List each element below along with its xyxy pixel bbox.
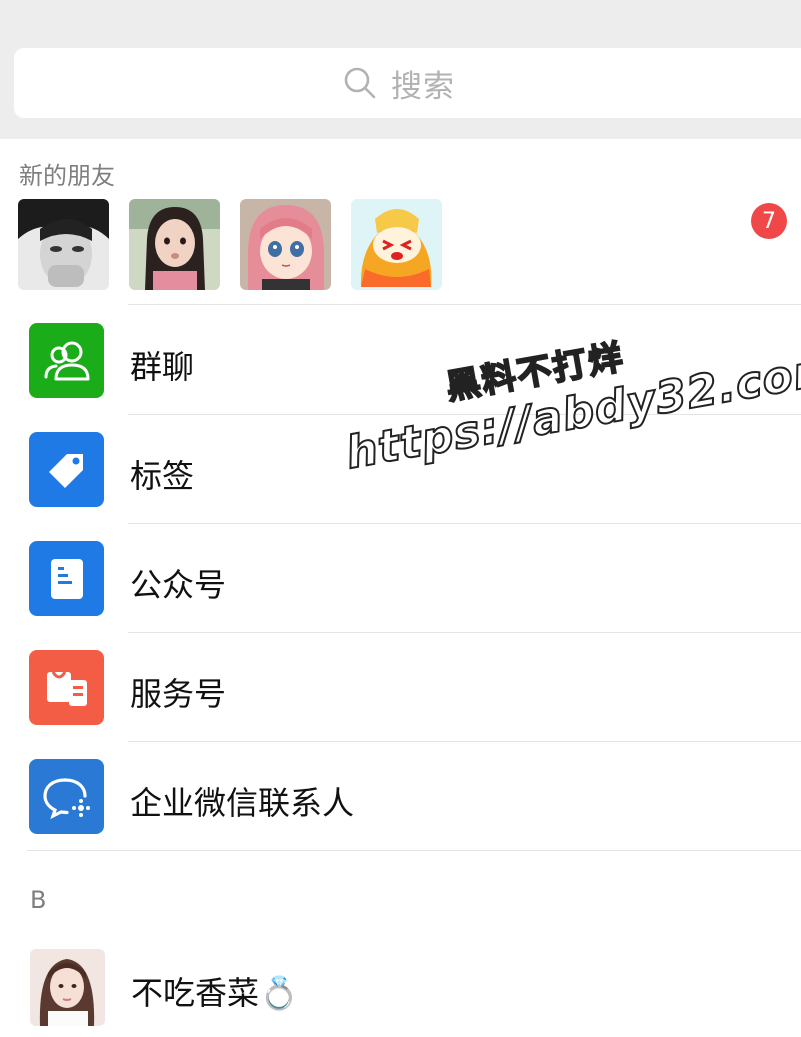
menu-label: 服务号 <box>130 675 227 713</box>
search-inner: 搜索 <box>343 61 455 106</box>
divider <box>128 304 801 305</box>
service-account-icon <box>29 650 104 725</box>
menu-label: 企业微信联系人 <box>130 784 355 822</box>
menu-item-service-accounts[interactable]: 服务号 <box>0 633 801 742</box>
menu-item-group-chat[interactable]: 群聊 <box>0 306 801 415</box>
new-friend-avatar[interactable] <box>351 199 442 290</box>
menu-item-official-accounts[interactable]: 公众号 <box>0 524 801 633</box>
menu-label: 群聊 <box>130 348 195 386</box>
search-placeholder: 搜索 <box>391 68 455 105</box>
section-index-letter: B <box>30 886 47 914</box>
search-icon <box>343 66 377 100</box>
contact-name[interactable]: 不吃香菜💍 <box>131 968 299 1014</box>
new-friends-label[interactable]: 新的朋友 <box>19 156 115 191</box>
group-chat-icon <box>29 323 104 398</box>
official-account-icon <box>29 541 104 616</box>
work-wechat-icon <box>29 759 104 834</box>
tag-icon <box>29 432 104 507</box>
search-bar[interactable]: 搜索 <box>14 48 801 118</box>
new-friend-avatar[interactable] <box>240 199 331 290</box>
new-friends-badge: 7 <box>751 203 787 239</box>
menu-item-tags[interactable]: 标签 <box>0 415 801 524</box>
new-friend-avatar[interactable] <box>18 199 109 290</box>
menu-item-work-wechat-contacts[interactable]: 企业微信联系人 <box>0 742 801 851</box>
new-friend-avatar[interactable] <box>129 199 220 290</box>
contact-avatar[interactable] <box>30 949 105 1026</box>
menu-label: 公众号 <box>130 566 227 604</box>
divider <box>27 850 801 851</box>
search-header: 搜索 <box>0 0 801 139</box>
menu-label: 标签 <box>130 457 195 495</box>
